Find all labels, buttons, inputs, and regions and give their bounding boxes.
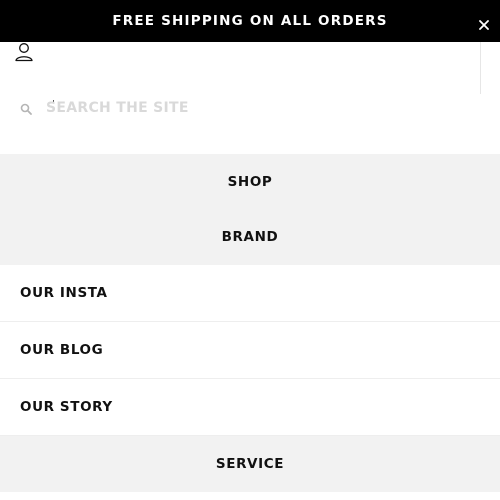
user-icon[interactable]	[14, 42, 36, 64]
search-input[interactable]	[46, 96, 466, 120]
announcement-bar: FREE SHIPPING ON ALL ORDERS	[0, 0, 500, 42]
announcement-text: FREE SHIPPING ON ALL ORDERS	[112, 13, 388, 29]
menu-item-label: OUR BLOG	[20, 342, 104, 358]
menu-item-label: SHOP	[227, 173, 273, 190]
menu-item-our-blog[interactable]: OUR BLOG	[0, 322, 500, 379]
menu-item-our-story[interactable]: OUR STORY	[0, 379, 500, 436]
menu-item-our-insta[interactable]: OUR INSTA	[0, 265, 500, 322]
divider	[480, 42, 481, 94]
menu-item-label: SERVICE	[215, 456, 285, 472]
menu-item-brand[interactable]: BRAND	[0, 209, 500, 265]
menu-item-label: OUR INSTA	[20, 285, 108, 301]
menu-item-label: BRAND	[221, 229, 279, 245]
close-icon[interactable]	[477, 18, 491, 32]
menu-item-shop[interactable]: SHOP	[0, 154, 500, 209]
menu-item-service[interactable]: SERVICE	[0, 436, 500, 492]
menu-item-label: OUR STORY	[20, 399, 113, 415]
search-icon[interactable]	[20, 102, 32, 115]
search-bar	[0, 92, 500, 124]
mobile-menu: SHOP BRAND OUR INSTA OUR BLOG OUR STORY …	[0, 154, 500, 492]
